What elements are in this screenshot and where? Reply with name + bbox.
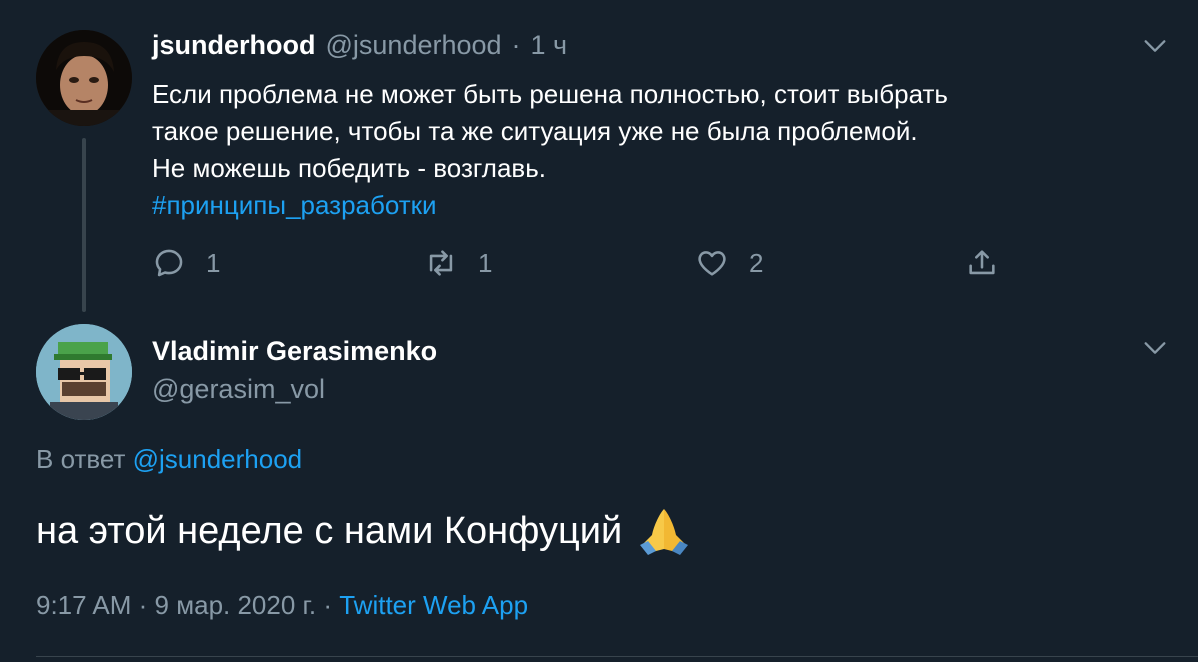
tweet-date[interactable]: 9 мар. 2020 г.: [155, 590, 317, 620]
reply-button[interactable]: 1: [152, 246, 220, 280]
tweet-source-link[interactable]: Twitter Web App: [339, 590, 528, 620]
tweet-text-line: такое решение, чтобы та же ситуация уже …: [152, 116, 918, 146]
bottom-divider: [36, 656, 1198, 657]
hashtag-link[interactable]: #принципы_разработки: [152, 187, 1152, 224]
tweet-text-line: Не можешь победить - возглавь.: [152, 153, 546, 183]
reply-icon: [155, 249, 183, 277]
like-count: 2: [749, 247, 764, 278]
chevron-down-icon[interactable]: [1141, 32, 1169, 60]
replying-to-prefix: В ответ: [36, 444, 126, 474]
header-separator: ·: [511, 30, 521, 60]
replying-to-handle-link[interactable]: @jsunderhood: [133, 444, 303, 474]
reply-author-handle[interactable]: @gerasim_vol: [152, 374, 325, 405]
chevron-down-icon[interactable]: [1141, 334, 1169, 362]
retweet-count: 1: [478, 247, 493, 278]
avatar-pixel-art-image: [36, 324, 132, 420]
author-name[interactable]: jsunderhood: [152, 30, 316, 61]
source-separator: ·: [323, 590, 332, 620]
folded-hands-emoji: [640, 509, 689, 555]
reply-author-name[interactable]: Vladimir Gerasimenko: [152, 336, 437, 367]
tweet-time[interactable]: 9:17 AM: [36, 590, 131, 620]
tweet-text-line: Если проблема не может быть решена полно…: [152, 79, 948, 109]
reply-count: 1: [206, 247, 221, 278]
reply-text: на этой неделе с нами Конфуций: [36, 509, 623, 552]
share-icon: [969, 250, 995, 275]
tweet-time-ago[interactable]: 1 ч: [531, 30, 568, 61]
time-separator: ·: [138, 590, 148, 620]
tweet-timestamp: 9:17 AM · 9 мар. 2020 г. · Twitter Web A…: [36, 590, 528, 621]
avatar-jsunderhood[interactable]: [36, 30, 132, 126]
avatar-portrait-image: [36, 30, 132, 126]
reply-tweet-text: на этой неделе с нами Конфуций: [36, 505, 694, 557]
avatar-gerasim-vol[interactable]: [36, 324, 132, 420]
parent-tweet-text: Если проблема не может быть решена полно…: [152, 76, 1152, 224]
thread-connector-line: [82, 138, 86, 312]
parent-tweet-header: jsunderhood @jsunderhood · 1 ч: [152, 30, 567, 61]
heart-icon: [698, 251, 726, 276]
replying-to: В ответ @jsunderhood: [36, 444, 302, 475]
retweet-icon: [429, 250, 453, 276]
author-handle[interactable]: @jsunderhood: [326, 30, 502, 61]
retweet-button[interactable]: 1: [424, 246, 492, 280]
share-button[interactable]: [965, 246, 1019, 280]
like-button[interactable]: 2: [695, 246, 763, 280]
